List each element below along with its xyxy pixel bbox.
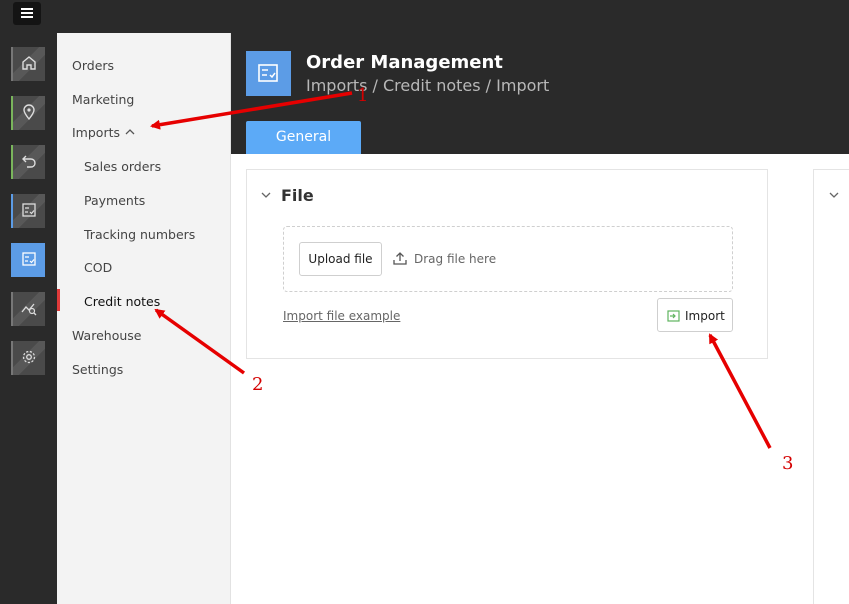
home-icon bbox=[22, 56, 36, 70]
chevron-down-icon[interactable] bbox=[261, 192, 271, 199]
rail-marketing-button[interactable] bbox=[11, 96, 45, 130]
sidebar-item-cod[interactable]: COD bbox=[84, 260, 112, 275]
import-file-example-link[interactable]: Import file example bbox=[283, 309, 400, 323]
chevron-up-icon[interactable] bbox=[125, 128, 135, 135]
upload-icon bbox=[393, 252, 407, 265]
sidebar-item-credit-notes[interactable]: Credit notes bbox=[84, 294, 160, 309]
sidebar-item-warehouse[interactable]: Warehouse bbox=[72, 328, 141, 343]
icon-rail bbox=[0, 33, 57, 604]
location-pin-icon bbox=[23, 104, 35, 120]
secondary-card bbox=[813, 169, 849, 604]
import-icon bbox=[667, 310, 680, 322]
page-title: Order Management bbox=[306, 52, 503, 73]
sidebar-item-imports[interactable]: Imports bbox=[72, 125, 120, 140]
active-indicator bbox=[57, 289, 60, 311]
module-logo bbox=[246, 51, 291, 96]
annotation-label-1: 1 bbox=[357, 85, 369, 106]
checklist-icon bbox=[22, 252, 36, 266]
main-content: File Upload file Drag file here Import f… bbox=[231, 154, 849, 604]
import-button-label: Import bbox=[685, 309, 725, 323]
checklist-icon bbox=[22, 203, 36, 217]
rail-home-button[interactable] bbox=[11, 47, 45, 81]
card-title: File bbox=[281, 186, 314, 205]
rail-settings-button[interactable] bbox=[11, 341, 45, 375]
drag-file-text: Drag file here bbox=[414, 252, 497, 266]
hamburger-icon bbox=[21, 8, 33, 18]
breadcrumb: Imports / Credit notes / Import bbox=[306, 76, 550, 95]
analytics-icon bbox=[21, 303, 37, 316]
page-header: Order Management Imports / Credit notes … bbox=[231, 33, 849, 154]
rail-documents-button[interactable] bbox=[11, 194, 45, 228]
top-bar bbox=[0, 0, 849, 33]
upload-file-button[interactable]: Upload file bbox=[299, 242, 382, 276]
chevron-down-icon[interactable] bbox=[829, 192, 839, 199]
rail-analytics-button[interactable] bbox=[11, 292, 45, 326]
tab-general[interactable]: General bbox=[246, 121, 361, 154]
sidebar-item-orders[interactable]: Orders bbox=[72, 58, 114, 73]
sidebar-item-tracking-numbers[interactable]: Tracking numbers bbox=[84, 227, 195, 242]
sidebar-item-sales-orders[interactable]: Sales orders bbox=[84, 159, 161, 174]
gear-icon bbox=[22, 350, 36, 364]
sidebar-item-payments[interactable]: Payments bbox=[84, 193, 145, 208]
annotation-label-2: 2 bbox=[252, 374, 264, 395]
annotation-label-3: 3 bbox=[782, 453, 794, 474]
import-button[interactable]: Import bbox=[657, 298, 733, 332]
sidebar-item-marketing[interactable]: Marketing bbox=[72, 92, 134, 107]
file-dropzone[interactable]: Upload file Drag file here bbox=[283, 226, 733, 292]
file-card: File Upload file Drag file here Import f… bbox=[246, 169, 768, 359]
section-sidebar: Orders Marketing Imports Sales orders Pa… bbox=[57, 33, 231, 604]
rail-returns-button[interactable] bbox=[11, 145, 45, 179]
checklist-icon bbox=[258, 64, 278, 82]
sidebar-item-settings[interactable]: Settings bbox=[72, 362, 123, 377]
rail-order-management-button[interactable] bbox=[11, 243, 45, 277]
return-arrow-icon bbox=[22, 155, 36, 168]
hamburger-menu-button[interactable] bbox=[13, 2, 41, 25]
